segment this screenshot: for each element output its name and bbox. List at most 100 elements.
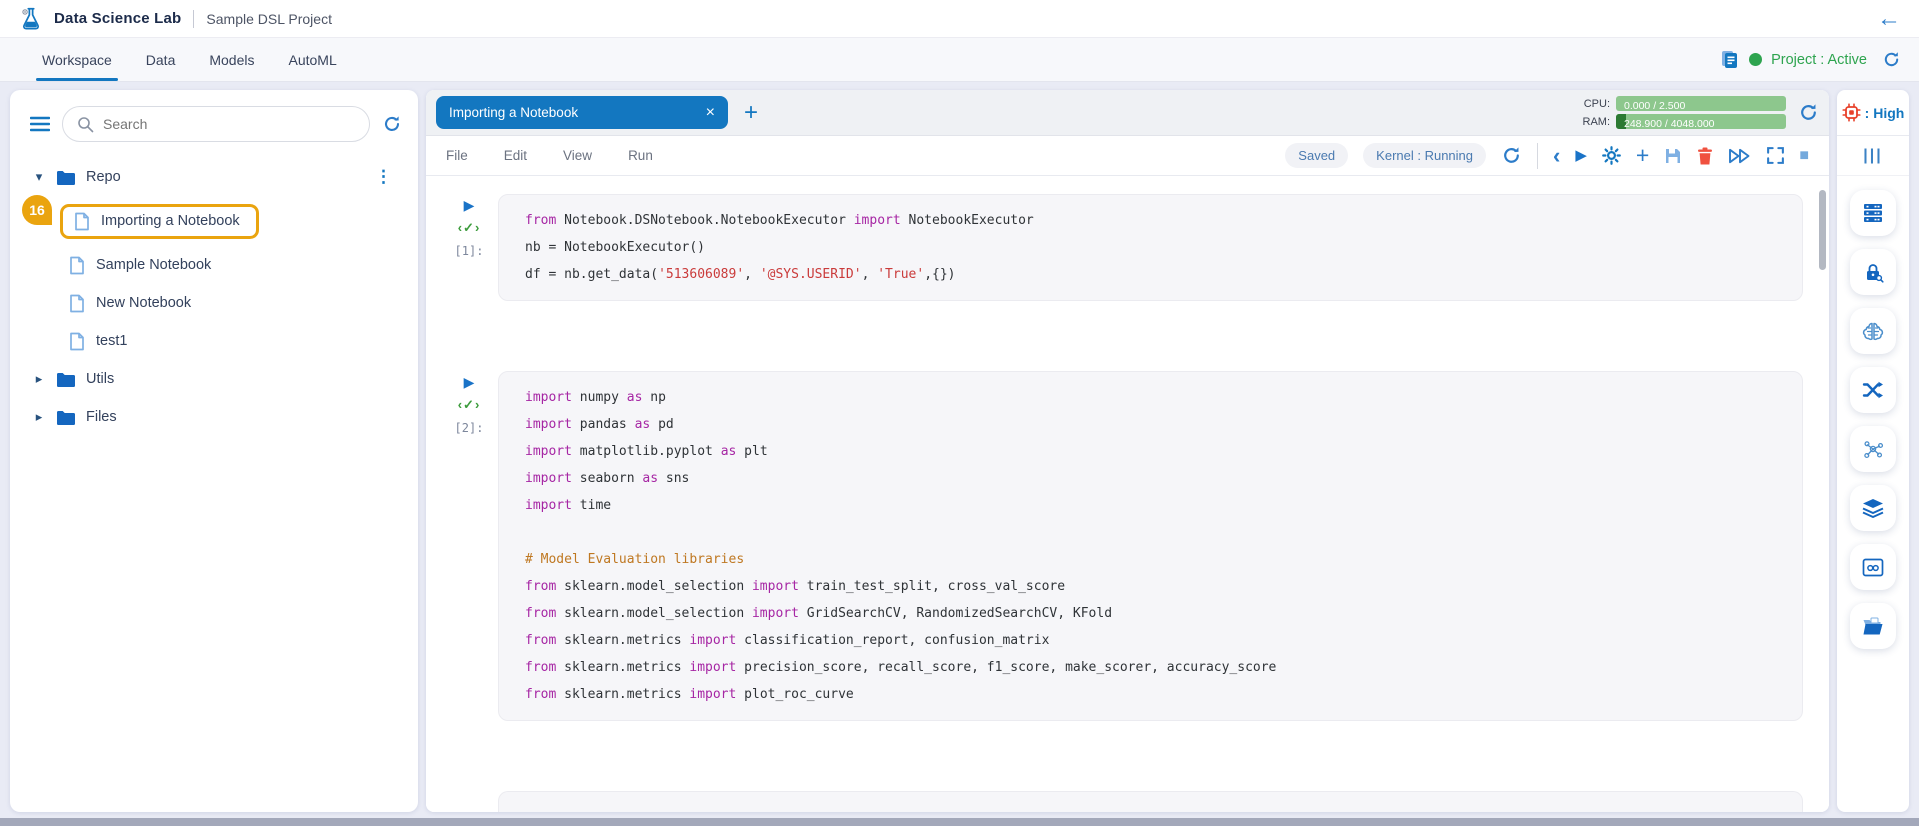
app-logo-flask-icon <box>18 6 44 32</box>
shuffle-button[interactable] <box>1850 367 1896 413</box>
code-line: import pandas as pd <box>525 411 1776 438</box>
project-refresh-icon[interactable] <box>1882 50 1901 69</box>
kebab-menu-icon[interactable]: ⋮ <box>375 167 418 187</box>
right-tool-rail: : High ||| <box>1837 90 1909 812</box>
run-all-icon[interactable] <box>1728 148 1752 164</box>
tree-item-label: New Notebook <box>96 295 191 311</box>
save-icon[interactable] <box>1664 147 1682 165</box>
notebook-cell: ▶‹✓›[1]:from Notebook.DSNotebook.Noteboo… <box>440 194 1809 301</box>
code-cell-editor[interactable]: import numpy as npimport pandas as pdimp… <box>498 371 1803 721</box>
layers-button[interactable] <box>1850 485 1896 531</box>
file-icon <box>68 256 86 275</box>
tree-item-new-notebook[interactable]: New Notebook <box>10 284 418 322</box>
tree-refresh-icon[interactable] <box>382 114 402 134</box>
resources-refresh-icon[interactable] <box>1798 102 1819 123</box>
search-input[interactable] <box>103 116 355 132</box>
tree-item-sample-notebook[interactable]: Sample Notebook <box>10 246 418 284</box>
code-line: from sklearn.metrics import precision_sc… <box>525 654 1776 681</box>
tree-item-label: Sample Notebook <box>96 257 211 273</box>
code-line: from sklearn.metrics import plot_roc_cur… <box>525 681 1776 708</box>
file-icon <box>68 294 86 313</box>
cell-executed-check-icon: ‹✓› <box>458 397 481 413</box>
chevron-left-icon[interactable]: ‹ <box>1553 145 1560 167</box>
api-link-button[interactable] <box>1850 544 1896 590</box>
menu-view[interactable]: View <box>563 148 592 163</box>
code-cell-editor[interactable]: from Notebook.DSNotebook.NotebookExecuto… <box>498 194 1803 301</box>
project-title: Sample DSL Project <box>206 11 332 27</box>
nav-tab-automl[interactable]: AutoML <box>289 38 337 81</box>
caret-down-icon[interactable]: ▾ <box>32 169 46 185</box>
nav-tab-data[interactable]: Data <box>146 38 176 81</box>
window-bottom-bar <box>0 818 1919 826</box>
project-report-icon[interactable] <box>1719 50 1740 70</box>
saved-status-badge: Saved <box>1285 143 1348 168</box>
partial-code-cell[interactable] <box>498 791 1803 812</box>
search-box[interactable] <box>62 106 370 142</box>
run-cell-icon[interactable]: ▶ <box>1575 148 1587 163</box>
notebook-tabbar: Importing a Notebook × + CPU: 0.000 / 2.… <box>426 90 1829 136</box>
primary-nav: Workspace Data Models AutoML Project : A… <box>0 38 1919 82</box>
add-cell-icon[interactable]: + <box>1636 144 1649 167</box>
tutorial-step-badge: 16 <box>22 195 52 225</box>
cell-gutter: ▶ ‹✓› [2]: <box>440 371 498 721</box>
cell-executed-check-icon: ‹✓› <box>458 220 481 236</box>
fullscreen-icon[interactable] <box>1767 147 1784 164</box>
tree-item-repo[interactable]: ▾ Repo ⋮ <box>10 158 418 196</box>
tab-label: Importing a Notebook <box>449 105 578 120</box>
nav-tabs: Workspace Data Models AutoML <box>18 38 337 81</box>
window-link-icon <box>1862 558 1884 577</box>
execution-count: [2]: <box>455 421 484 435</box>
back-arrow-icon[interactable]: ← <box>1877 7 1901 31</box>
code-line: # Model Evaluation libraries <box>525 546 1776 573</box>
security-button[interactable] <box>1850 249 1896 295</box>
run-cell-button[interactable]: ▶ <box>464 198 475 212</box>
vertical-scrollbar[interactable] <box>1819 190 1826 270</box>
notebook-panel: Importing a Notebook × + CPU: 0.000 / 2.… <box>426 90 1829 812</box>
trash-icon[interactable] <box>1697 147 1713 165</box>
tree-item-test1[interactable]: test1 <box>10 322 418 360</box>
tab-importing-a-notebook[interactable]: Importing a Notebook × <box>436 96 728 129</box>
run-cell-button[interactable]: ▶ <box>464 375 475 389</box>
cells-list: ▶‹✓›[1]:from Notebook.DSNotebook.Noteboo… <box>440 194 1809 721</box>
menu-file[interactable]: File <box>446 148 468 163</box>
file-tree: ▾ Repo ⋮ 16 <box>10 158 418 436</box>
search-icon <box>77 116 94 133</box>
kernel-refresh-icon[interactable] <box>1501 145 1522 166</box>
tab-close-icon[interactable]: × <box>706 104 715 122</box>
data-sources-button[interactable] <box>1850 190 1896 236</box>
code-line: import numpy as np <box>525 384 1776 411</box>
caret-right-icon[interactable]: ▸ <box>32 409 46 425</box>
cluster-button[interactable] <box>1850 426 1896 472</box>
tutorial-highlight-box: Importing a Notebook <box>60 204 259 239</box>
tree-item-label: Importing a Notebook <box>101 213 240 229</box>
panel-columns-toggle-icon[interactable]: ||| <box>1837 136 1909 176</box>
tree-item-importing-a-notebook[interactable]: 16 Importing a Notebook <box>10 198 418 244</box>
gear-icon[interactable] <box>1602 146 1621 165</box>
title-divider <box>193 10 194 28</box>
cells-container: ▶‹✓›[1]:from Notebook.DSNotebook.Noteboo… <box>426 176 1829 812</box>
code-line: from sklearn.metrics import classificati… <box>525 627 1776 654</box>
caret-right-icon[interactable]: ▸ <box>32 371 46 387</box>
project-files-button[interactable] <box>1850 603 1896 649</box>
cpu-value: 0.000 / 2.500 <box>1616 100 1685 111</box>
toolbar-divider <box>1537 143 1538 169</box>
ai-models-button[interactable] <box>1850 308 1896 354</box>
code-line: from Notebook.DSNotebook.NotebookExecuto… <box>525 207 1776 234</box>
chip-icon <box>1842 103 1861 122</box>
new-tab-icon[interactable]: + <box>744 101 758 125</box>
code-line: nb = NotebookExecutor() <box>525 234 1776 261</box>
tree-item-label: test1 <box>96 333 127 349</box>
nav-tab-workspace[interactable]: Workspace <box>42 38 112 81</box>
tree-item-label: Utils <box>86 371 114 387</box>
menu-edit[interactable]: Edit <box>504 148 527 163</box>
stop-icon[interactable]: ■ <box>1799 148 1809 164</box>
nav-tab-models[interactable]: Models <box>209 38 254 81</box>
folder-icon <box>56 169 76 186</box>
tree-item-files[interactable]: ▸ Files <box>10 398 418 436</box>
resource-meters: CPU: 0.000 / 2.500 RAM: 248.900 / 4048.0… <box>1576 96 1786 129</box>
menu-run[interactable]: Run <box>628 148 653 163</box>
sidebar-menu-icon[interactable] <box>30 116 50 132</box>
notebook-cell: ▶ ‹✓› [2]: import numpy as npimport pandas … <box>440 371 1809 721</box>
tree-item-utils[interactable]: ▸ Utils <box>10 360 418 398</box>
shuffle-icon <box>1862 381 1884 399</box>
